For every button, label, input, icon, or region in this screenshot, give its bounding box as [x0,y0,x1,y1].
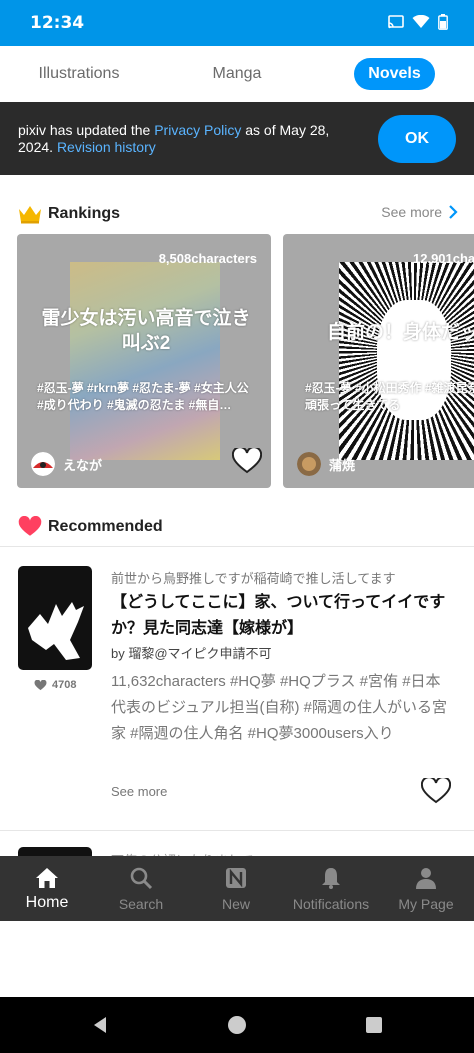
series-title[interactable]: 前世から烏野推しですが稲荷崎で推し活してます [111,568,396,587]
search-icon [130,867,153,890]
novel-cover-image [339,262,474,460]
tab-illustrations[interactable]: Illustrations [20,58,138,90]
like-count: 4708 [34,679,76,691]
nav-search-label: Search [118,896,164,912]
ok-button[interactable]: OK [378,115,456,163]
ranking-card[interactable]: 12,901cha 自前の！身体だッ #忍玉-夢 #小松田秀作 #雑渡昆奈門 #… [283,234,474,488]
bottom-navigation: Home Search New Notifications My Page [0,856,474,921]
author-name: 蒲焼 [329,457,356,473]
blank-area [0,921,474,997]
rankings-title: Rankings [48,205,121,222]
status-time: 12:34 [30,13,85,33]
nav-my-page[interactable]: My Page [379,856,473,921]
author-info[interactable]: 蒲焼 [297,452,355,476]
battery-icon [438,14,448,30]
tab-manga[interactable]: Manga [178,58,296,90]
wifi-icon [412,15,430,28]
novel-title: 自前の！身体だッ [327,322,474,343]
character-count: 12,901cha [413,251,474,266]
banner-text-pre: pixiv has updated the [18,122,155,138]
content-tabs: Illustrations Manga Novels [0,46,474,102]
rankings-header: Rankings [18,201,120,227]
cast-icon [388,15,404,29]
like-count-value: 4708 [52,679,77,691]
nav-new[interactable]: New [189,856,283,921]
novel-tags: 11,632characters #HQ夢 #HQプラス #宮侑 #日本代表のビ… [111,673,448,742]
rankings-see-more[interactable]: See more [381,204,458,220]
privacy-banner: pixiv has updated the Privacy Policy as … [0,102,474,175]
bell-icon [322,868,340,889]
author-name[interactable]: by 瑠黎@マイピク申請不可 [111,643,272,662]
novel-title[interactable]: 【どうしてここに】家、ついて行ってイイですか？見た同志達【嫁様が】 [111,590,461,642]
status-icons [388,14,448,30]
author-info[interactable]: えなが [31,452,102,476]
back-icon[interactable] [90,1015,110,1035]
avatar [31,452,55,476]
rankings-see-more-label: See more [381,204,442,220]
nav-my-page-label: My Page [398,896,454,912]
banner-text: pixiv has updated the Privacy Policy as … [18,122,358,156]
novel-cover-image[interactable] [18,566,92,670]
new-icon [226,868,246,888]
privacy-policy-link[interactable]: Privacy Policy [154,122,241,138]
system-navigation-bar [0,997,474,1053]
status-bar: 12:34 [0,0,474,46]
divider [0,830,474,831]
recents-icon[interactable] [364,1015,384,1035]
like-heart-icon[interactable] [232,448,262,474]
tab-novels[interactable]: Novels [354,58,435,90]
nav-new-label: New [221,896,250,912]
heart-icon [34,679,47,690]
novel-tags: #忍玉-夢 #rkrn夢 #忍たま-夢 #女主人公 #成り代わり #鬼滅の忍たま… [37,381,249,412]
novel-cover-image [70,262,220,460]
home-icon [36,868,58,888]
like-heart-icon[interactable] [421,778,451,804]
nav-notifications[interactable]: Notifications [284,856,378,921]
app-screen: 12:34 Illustrations Manga Novels pixiv h… [0,0,474,1053]
character-count: 8,508characters [158,251,257,266]
revision-history-link[interactable]: Revision history [57,139,156,155]
ranking-card[interactable]: 8,508characters 雷少女は汚い高音で泣き叫ぶ2 #忍玉-夢 #rk… [17,234,271,488]
nav-notifications-label: Notifications [292,896,370,912]
recommended-header: Recommended [18,514,163,540]
crown-icon [19,206,41,224]
author-name: えなが [63,457,103,473]
heart-icon [18,516,42,536]
novel-tags: #忍玉-夢 #小松田秀作 #雑渡昆奈門 #頑張って生きてる [305,381,474,412]
novel-title: 雷少女は汚い高音で泣き叫ぶ2 [41,308,251,354]
chevron-right-icon [449,205,458,219]
nav-home[interactable]: Home [0,856,94,921]
nav-home-label: Home [25,894,69,911]
nav-search[interactable]: Search [94,856,188,921]
recommended-title: Recommended [48,518,163,535]
see-more-link[interactable]: See more [111,784,167,799]
home-circle-icon[interactable] [227,1015,247,1035]
person-icon [416,868,436,889]
avatar [297,452,321,476]
divider [0,546,474,547]
